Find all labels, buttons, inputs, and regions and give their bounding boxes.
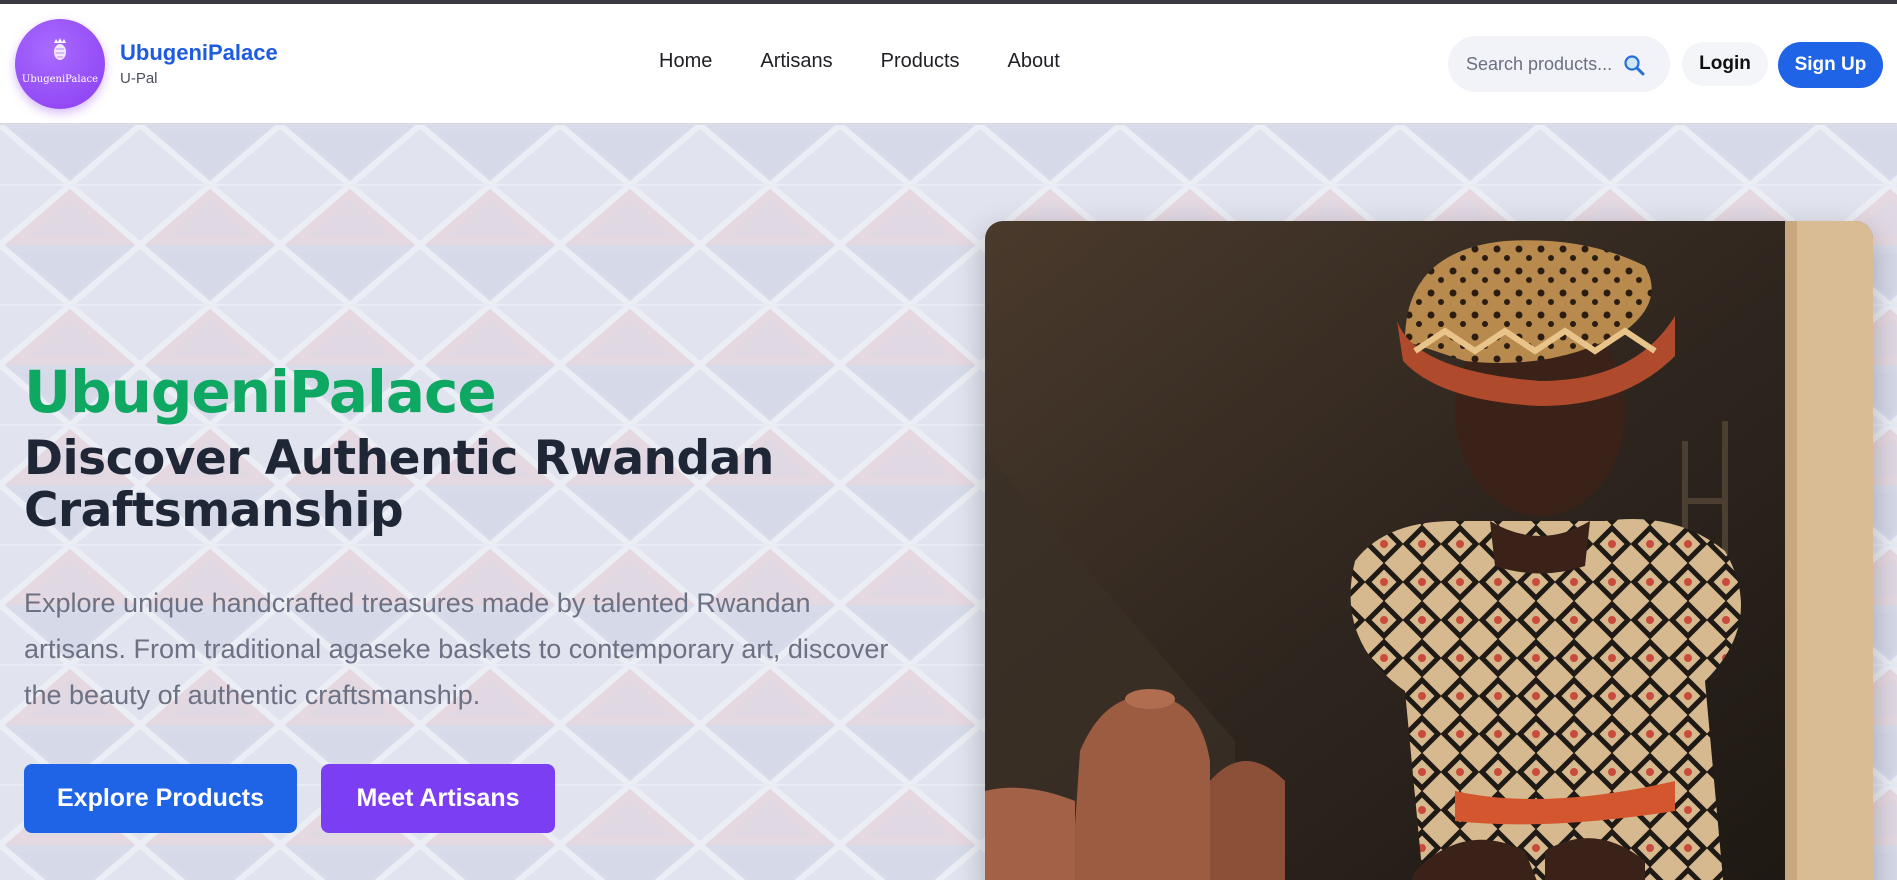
nav-item-products[interactable]: Products <box>881 50 960 73</box>
search-box <box>1448 36 1670 92</box>
hero-description: Explore unique handcrafted treasures mad… <box>24 588 889 710</box>
main-nav: Home Artisans Products About <box>659 50 1060 73</box>
magnifier-icon[interactable] <box>1623 54 1645 76</box>
hero-section: UbugeniPalace Discover Authentic Rwandan… <box>0 125 1897 880</box>
logo-text: UbugeniPalace <box>21 74 99 85</box>
nav-item-artisans[interactable]: Artisans <box>760 50 832 73</box>
search-input[interactable] <box>1466 50 1626 78</box>
site-header: UbugeniPalace UbugeniPalace U-Pal Home A… <box>0 4 1897 124</box>
crown-icon <box>54 38 66 60</box>
meet-artisans-button[interactable]: Meet Artisans <box>321 764 555 833</box>
explore-products-button[interactable]: Explore Products <box>24 764 297 833</box>
brand-subtitle: U-Pal <box>120 70 158 87</box>
signup-button[interactable]: Sign Up <box>1778 42 1883 88</box>
hero-heading: Discover Authentic Rwandan Craftsmanship <box>24 431 774 538</box>
hero-artisan-image <box>985 221 1873 880</box>
artisan-photo-illustration <box>985 221 1873 880</box>
login-button[interactable]: Login <box>1682 42 1768 86</box>
nav-item-about[interactable]: About <box>1008 50 1060 73</box>
brand-name[interactable]: UbugeniPalace <box>120 40 278 66</box>
hero-title: UbugeniPalace <box>24 358 497 426</box>
brand-logo[interactable]: UbugeniPalace <box>15 19 105 109</box>
nav-item-home[interactable]: Home <box>659 50 712 73</box>
